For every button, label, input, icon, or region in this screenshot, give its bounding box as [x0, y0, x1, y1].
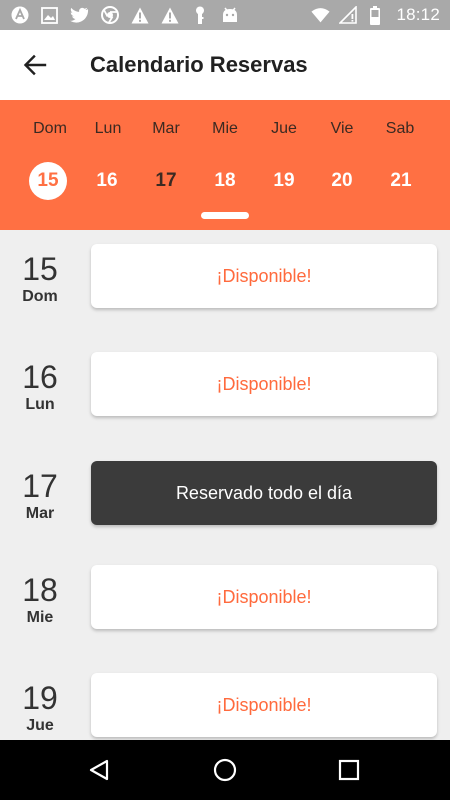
- day-chip[interactable]: 21: [382, 162, 420, 200]
- screen: 18:12 Calendario Reservas Dom Lun Mar Mi…: [0, 0, 450, 800]
- day-chip[interactable]: 16: [88, 162, 126, 200]
- day-chip[interactable]: 20: [323, 162, 361, 200]
- day-chip[interactable]: 19: [265, 162, 303, 200]
- booking-row: 19 Jue ¡Disponible!: [0, 673, 450, 739]
- date-weekday: Jue: [26, 717, 54, 734]
- back-button[interactable]: [0, 30, 70, 100]
- availability-card[interactable]: ¡Disponible!: [91, 673, 437, 737]
- battery-icon: [365, 5, 384, 25]
- date-weekday: Mie: [26, 609, 54, 626]
- arrow-back-icon: [23, 54, 47, 76]
- date-column: 19 Jue: [0, 681, 80, 735]
- date-number: 19: [22, 680, 58, 716]
- date-number: 15: [22, 251, 58, 287]
- warning-icon: [160, 6, 179, 25]
- key-icon: [190, 6, 209, 25]
- page-title: Calendario Reservas: [90, 52, 308, 77]
- booking-list[interactable]: 15 Dom ¡Disponible! 16 Lun ¡Disponible! …: [0, 230, 450, 740]
- notification-icons: [10, 6, 239, 25]
- weekday-label: Vie: [330, 120, 354, 137]
- weekday-label: Dom: [33, 120, 67, 137]
- day-chip-selected[interactable]: 15: [29, 162, 67, 200]
- wifi-icon: [311, 6, 331, 25]
- chrome-icon: [100, 6, 119, 25]
- date-number: 18: [22, 572, 58, 608]
- day-numbers: 15 16 17 18 19 20 21: [0, 162, 450, 200]
- clock: 18:12: [396, 5, 440, 24]
- twitter-icon: [70, 6, 89, 25]
- system-nav-bar: [0, 740, 450, 800]
- weekday-label: Lun: [94, 120, 122, 137]
- date-column: 15 Dom: [0, 252, 80, 306]
- home-circle-icon: [213, 758, 237, 782]
- week-strip[interactable]: Dom Lun Mar Mie Jue Vie Sab 15 16 17 18 …: [0, 100, 450, 230]
- app-bar: Calendario Reservas: [0, 30, 450, 100]
- date-column: 16 Lun: [0, 360, 80, 414]
- day-chip[interactable]: 18: [206, 162, 244, 200]
- recents-square-icon: [338, 759, 360, 781]
- back-triangle-icon: [89, 759, 109, 781]
- date-weekday: Dom: [22, 288, 58, 305]
- booking-row: 15 Dom ¡Disponible!: [0, 244, 450, 310]
- android-icon: [220, 6, 239, 25]
- nav-back-button[interactable]: [79, 750, 119, 790]
- swipe-indicator: [201, 212, 249, 219]
- date-column: 18 Mie: [0, 573, 80, 627]
- weekday-label: Jue: [271, 120, 297, 137]
- weekday-header: Dom Lun Mar Mie Jue Vie Sab: [0, 120, 450, 142]
- nav-home-button[interactable]: [205, 750, 245, 790]
- booking-row: 17 Mar Reservado todo el día: [0, 461, 450, 527]
- date-column: 17 Mar: [0, 469, 80, 523]
- date-weekday: Lun: [25, 396, 55, 413]
- booking-row: 16 Lun ¡Disponible!: [0, 352, 450, 418]
- availability-card[interactable]: ¡Disponible!: [91, 352, 437, 416]
- status-bar: 18:12: [0, 0, 450, 30]
- image-icon: [40, 6, 59, 25]
- weekday-label: Mie: [212, 120, 238, 137]
- day-chip[interactable]: 17: [147, 162, 185, 200]
- system-icons: 18:12: [311, 5, 440, 25]
- date-number: 16: [22, 359, 58, 395]
- app-a-icon: [10, 6, 29, 25]
- reserved-card[interactable]: Reservado todo el día: [91, 461, 437, 525]
- date-weekday: Mar: [25, 505, 55, 522]
- weekday-label: Sab: [385, 120, 415, 137]
- availability-card[interactable]: ¡Disponible!: [91, 565, 437, 629]
- nav-recents-button[interactable]: [329, 750, 369, 790]
- date-number: 17: [22, 468, 58, 504]
- availability-card[interactable]: ¡Disponible!: [91, 244, 437, 308]
- booking-row: 18 Mie ¡Disponible!: [0, 565, 450, 631]
- warning-icon: [130, 6, 149, 25]
- sim-no-signal-icon: [338, 6, 357, 25]
- weekday-label: Mar: [152, 120, 180, 137]
